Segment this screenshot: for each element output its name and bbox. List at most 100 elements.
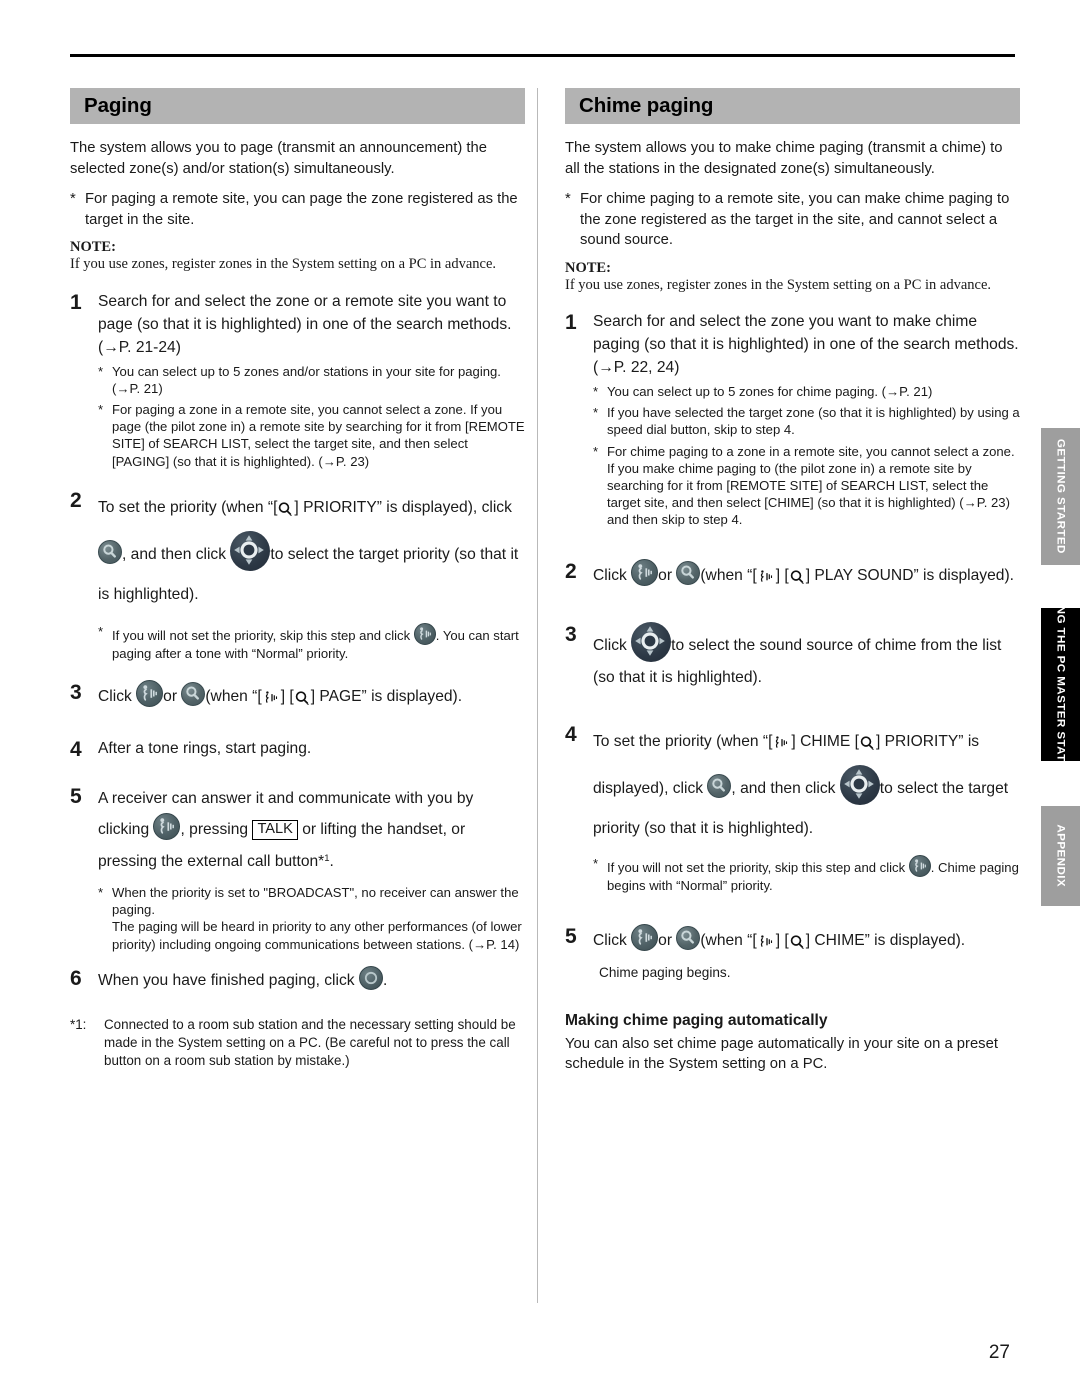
step-3-left: 3 Click or (when “[] [] PAGE” is display… bbox=[70, 679, 525, 715]
section-heading-paging: Paging bbox=[70, 88, 525, 124]
step-text: Click to select the sound source of chim… bbox=[593, 621, 1020, 694]
step-5-right: 5 Click or (when “[] [] CHIME” is displa… bbox=[565, 923, 1020, 982]
sub-bullet-text: For paging a zone in a remote site, you … bbox=[112, 401, 525, 469]
talk-page-button-icon[interactable] bbox=[413, 622, 436, 645]
footnote-key: *1: bbox=[70, 1016, 87, 1032]
bracket-magnifier-symbol-icon bbox=[789, 564, 806, 594]
step-sub-bullet: * If you will not set the priority, skip… bbox=[593, 854, 1020, 894]
step-text-part: ] [ bbox=[775, 566, 789, 584]
step-number: 1 bbox=[565, 311, 577, 334]
subsection-making-chime-paging-automatically: Making chime paging automatically You ca… bbox=[565, 1012, 1020, 1075]
step-text: To set the priority (when “[] CHIME [] P… bbox=[593, 722, 1020, 849]
step-sub-bullet: * You can select up to 5 zones for chime… bbox=[593, 383, 1020, 400]
step-number: 3 bbox=[565, 622, 577, 646]
footnote-1: *1: Connected to a room sub station and … bbox=[70, 1016, 525, 1070]
sub-bullet-text: You can select up to 5 zones for chime p… bbox=[607, 384, 933, 399]
page-title-paging: Paging bbox=[84, 94, 152, 117]
stop-off-button-icon[interactable] bbox=[358, 965, 383, 990]
step-text-part: ] PAGE” is displayed). bbox=[310, 687, 463, 705]
dpad-navigation-icon[interactable] bbox=[230, 530, 271, 571]
bracket-magnifier-symbol-icon bbox=[789, 929, 806, 959]
section-heading-chime-paging: Chime paging bbox=[565, 88, 1020, 124]
magnifier-button-icon[interactable] bbox=[98, 539, 122, 564]
page-number: 27 bbox=[988, 1342, 1010, 1363]
step-2-right: 2 Click or (when “[] [] PLAY SOUND” is d… bbox=[565, 558, 1020, 594]
step-text-part: Click bbox=[593, 636, 627, 654]
bracket-magnifier-symbol-icon bbox=[859, 725, 876, 765]
step-text-part: ] [ bbox=[775, 931, 789, 949]
side-tab-using-the-pc-master-station[interactable]: USING THE PC MASTER STATION bbox=[1041, 585, 1080, 784]
step-number: 5 bbox=[70, 784, 82, 808]
dpad-navigation-icon[interactable] bbox=[631, 621, 672, 662]
step-4-left: 4 After a tone rings, start paging. bbox=[70, 737, 525, 762]
sub-bullet-text: If you will not set the priority, skip t… bbox=[112, 622, 525, 662]
step-text: A receiver can answer it and communicate… bbox=[98, 784, 525, 876]
step-text-part: To set the priority (when “[ bbox=[98, 498, 278, 516]
step-1-right: 1 Search for and select the zone you wan… bbox=[565, 310, 1020, 529]
chime-intro-bullet: * For chime paging to a remote site, you… bbox=[565, 189, 1020, 251]
step-sub-bullet: * If you have selected the target zone (… bbox=[593, 404, 1020, 438]
magnifier-button-icon[interactable] bbox=[707, 773, 732, 798]
bullet-text: For chime paging to a remote site, you c… bbox=[580, 191, 1010, 248]
step-text-part: ] [ bbox=[280, 687, 294, 705]
right-column: Chime paging The system allows you to ma… bbox=[565, 88, 1020, 1085]
step-sub-bullet: * For chime paging to a zone in a remote… bbox=[593, 443, 1020, 529]
talk-page-button-icon[interactable] bbox=[631, 923, 659, 951]
step-number: 6 bbox=[70, 966, 82, 990]
step-text: Search for and select the zone or a remo… bbox=[98, 292, 512, 356]
talk-page-button-icon[interactable] bbox=[908, 854, 931, 877]
step-text: Click or (when “[] [] PAGE” is displayed… bbox=[98, 679, 525, 715]
step-sub-bullet: * If you will not set the priority, skip… bbox=[98, 622, 525, 662]
step-2-left: 2 To set the priority (when “[ ] PRIORITY… bbox=[70, 488, 525, 662]
note-text-left: If you use zones, register zones in the … bbox=[70, 256, 497, 272]
talk-page-button-icon[interactable] bbox=[631, 558, 659, 586]
step-result-text: Chime paging begins. bbox=[599, 964, 731, 980]
asterisk-marker: * bbox=[593, 855, 599, 871]
bracket-talk-symbol-icon bbox=[757, 929, 776, 959]
step-text-part: ] CHIME” is displayed). bbox=[805, 931, 966, 949]
sub-bullet-text: You can select up to 5 zones and/or stat… bbox=[112, 363, 501, 396]
step-text-part: or bbox=[658, 931, 673, 949]
magnifier-button-icon[interactable] bbox=[676, 925, 701, 950]
step-sub-bullet: * You can select up to 5 zones and/or st… bbox=[98, 363, 525, 397]
step-text-part: ] PRIORITY” is displayed), click bbox=[294, 498, 512, 516]
step-4-right: 4 To set the priority (when “[] CHIME []… bbox=[565, 722, 1020, 894]
side-tab-appendix[interactable]: APPENDIX bbox=[1041, 806, 1080, 906]
step-text-part: Click bbox=[593, 566, 627, 584]
step-text-part: , pressing bbox=[180, 820, 249, 838]
talk-key-label[interactable]: TALK bbox=[252, 819, 298, 840]
side-tab-label: USING THE PC MASTER STATION bbox=[1054, 585, 1067, 784]
talk-page-button-icon[interactable] bbox=[136, 679, 164, 707]
step-text-part: or bbox=[163, 687, 178, 705]
bracket-magnifier-symbol-icon bbox=[294, 685, 311, 715]
side-tab-label: GETTING STARTED bbox=[1054, 438, 1067, 554]
header-rule bbox=[70, 54, 1015, 57]
step-number: 2 bbox=[70, 488, 82, 512]
bracket-talk-symbol-icon bbox=[772, 725, 791, 765]
sub-bullet-text: If you will not set the priority, skip t… bbox=[607, 854, 1020, 894]
side-tab-getting-started[interactable]: GETTING STARTED bbox=[1041, 428, 1080, 565]
talk-page-button-icon[interactable] bbox=[153, 812, 181, 840]
step-1-left: 1 Search for and select the zone or a re… bbox=[70, 290, 525, 470]
asterisk-marker: * bbox=[70, 191, 76, 207]
bullet-text: For paging a remote site, you can page t… bbox=[85, 191, 518, 228]
column-divider bbox=[537, 88, 538, 1303]
step-5-left: 5 A receiver can answer it and communica… bbox=[70, 784, 525, 953]
magnifier-button-icon[interactable] bbox=[676, 560, 701, 585]
step-text: Click or (when “[] [] CHIME” is displaye… bbox=[593, 923, 1020, 959]
magnifier-button-icon[interactable] bbox=[181, 681, 206, 706]
bracket-talk-symbol-icon bbox=[262, 685, 281, 715]
dpad-navigation-icon[interactable] bbox=[839, 764, 880, 805]
step-sub-bullet: * For paging a zone in a remote site, yo… bbox=[98, 401, 525, 470]
step-text-part: Click bbox=[98, 687, 132, 705]
step-text: Search for and select the zone you want … bbox=[593, 313, 1019, 376]
note-label-left: NOTE: bbox=[70, 239, 116, 255]
asterisk-marker: * bbox=[593, 443, 599, 459]
step-text: To set the priority (when “[ ] PRIORITY” … bbox=[98, 488, 525, 615]
step-text-part: When you have finished paging, click bbox=[98, 971, 355, 989]
step-6-left: 6 When you have finished paging, click . bbox=[70, 965, 525, 992]
asterisk-marker: * bbox=[98, 623, 104, 639]
step-text-part: (when “[ bbox=[700, 931, 757, 949]
step-text-part: . bbox=[329, 852, 334, 870]
asterisk-marker: * bbox=[593, 405, 599, 421]
